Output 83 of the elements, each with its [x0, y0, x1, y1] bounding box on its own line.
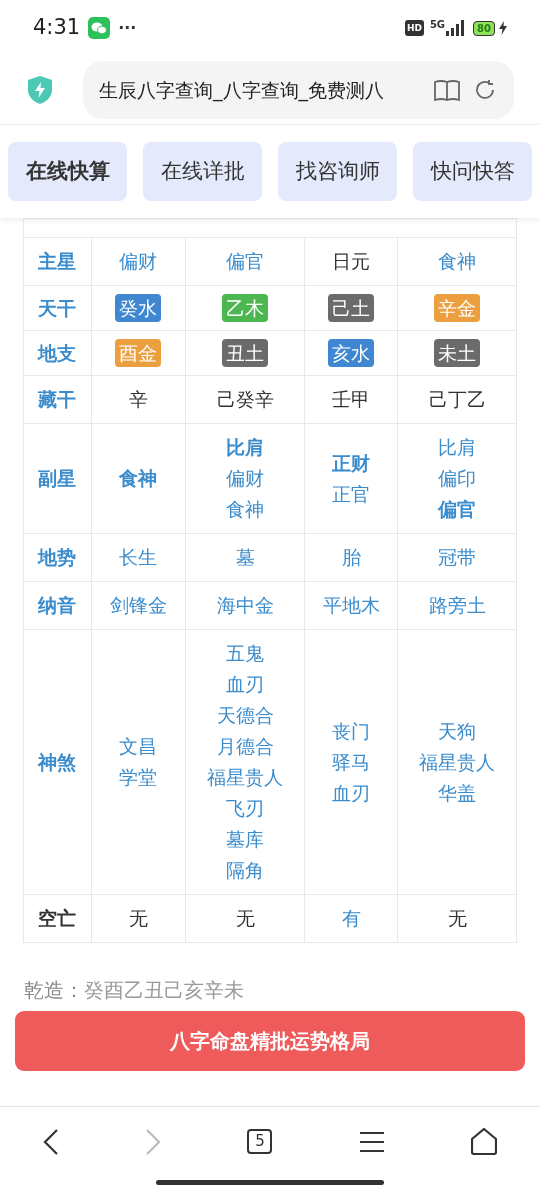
cell-text: 正官 [332, 481, 371, 507]
cell-text: 丧门 [332, 718, 371, 744]
cell-text: 食神 [438, 249, 477, 274]
more-notifications: ··· [118, 17, 137, 39]
chat-app-icon [88, 17, 111, 39]
row-label: 天干 [38, 295, 77, 321]
cell-text: 偏官 [438, 497, 477, 522]
row-label: 神煞 [38, 749, 77, 775]
cell-text: 墓库 [226, 827, 265, 852]
cell-text: 学堂 [119, 765, 158, 790]
nav-tab[interactable]: 在线快算 [8, 142, 127, 201]
element-tag: 乙木 [222, 294, 269, 322]
cell-text: 有 [341, 906, 361, 931]
charging-icon [499, 21, 507, 35]
network-label: 5G [429, 18, 446, 32]
cell-text: 偏财 [226, 466, 265, 491]
cell-text: 文昌 [119, 734, 158, 759]
cell-text: 壬甲 [332, 387, 371, 412]
back-icon[interactable] [43, 1128, 60, 1155]
cell-text: 华盖 [438, 780, 477, 806]
cell-text: 隔角 [226, 858, 265, 883]
element-tag: 癸水 [115, 294, 162, 322]
address-bar[interactable]: 生辰八字查询_八字查询_免费测八 [83, 61, 514, 119]
cell-text: 血刃 [332, 780, 371, 806]
book-icon[interactable] [434, 79, 460, 101]
cell-text: 日元 [332, 249, 371, 274]
chart-value: 癸酉乙丑己亥辛未 [84, 977, 244, 1004]
cell-text: 平地木 [322, 593, 380, 618]
cell-text: 福星贵人 [419, 749, 496, 775]
element-tag: 亥水 [328, 339, 375, 367]
cell-text: 比肩 [438, 435, 477, 460]
element-tag: 未土 [434, 339, 481, 367]
cell-text: 偏官 [226, 249, 265, 274]
cell-text: 血刃 [226, 672, 265, 697]
cell-text: 天狗 [438, 718, 477, 744]
cell-text: 冠带 [438, 545, 477, 570]
cell-text: 月德合 [216, 734, 274, 759]
nav-tab[interactable]: 找咨询师 [278, 142, 397, 201]
reload-icon[interactable] [474, 79, 496, 101]
cell-text: 己癸辛 [216, 387, 274, 412]
row-label: 地支 [38, 340, 77, 366]
battery-indicator: 80 [473, 20, 495, 36]
cell-text: 无 [235, 906, 255, 931]
row-label: 地势 [38, 545, 77, 571]
cell-text: 无 [447, 906, 467, 931]
cell-text: 五鬼 [226, 641, 265, 666]
cell-text: 食神 [119, 466, 158, 491]
cell-text: 偏财 [119, 249, 158, 274]
cell-text: 己丁乙 [428, 387, 486, 412]
cell-text: 海中金 [216, 593, 274, 618]
tabs-count-button[interactable]: 5 [247, 1129, 273, 1154]
cell-text: 飞刃 [226, 796, 265, 821]
cell-text: 胎 [341, 545, 361, 570]
cell-text: 墓 [235, 545, 255, 570]
cell-text: 偏印 [438, 466, 477, 491]
nav-tab[interactable]: 在线详批 [143, 142, 262, 201]
element-tag: 己土 [328, 294, 375, 322]
cell-text: 无 [128, 906, 148, 931]
menu-icon[interactable] [358, 1130, 385, 1153]
row-label: 藏干 [38, 387, 77, 413]
chart-label: 乾造： [24, 977, 84, 1004]
row-label: 主星 [38, 249, 77, 275]
row-label: 纳音 [38, 593, 77, 619]
nav-tab[interactable]: 快问快答 [413, 142, 532, 201]
cell-text: 路旁土 [428, 593, 486, 618]
element-tag: 酉金 [115, 339, 162, 367]
cell-text: 比肩 [226, 435, 265, 460]
cell-text: 食神 [226, 497, 265, 522]
cell-text: 剑锋金 [109, 593, 167, 618]
page-title: 生辰八字查询_八字查询_免费测八 [99, 77, 385, 104]
row-label: 副星 [38, 466, 77, 492]
home-icon[interactable] [470, 1128, 497, 1155]
cell-text: 长生 [119, 545, 158, 570]
element-tag: 辛金 [434, 294, 481, 322]
cell-text: 福星贵人 [207, 765, 284, 790]
cell-text: 天德合 [216, 703, 274, 728]
element-tag: 丑土 [222, 339, 269, 367]
cell-text: 正财 [332, 450, 371, 476]
hd-badge: HD [404, 20, 424, 36]
cell-text: 辛 [128, 387, 148, 412]
clock: 4:31 [33, 14, 81, 42]
cell-text: 驿马 [332, 749, 371, 775]
row-label: 空亡 [38, 906, 77, 932]
